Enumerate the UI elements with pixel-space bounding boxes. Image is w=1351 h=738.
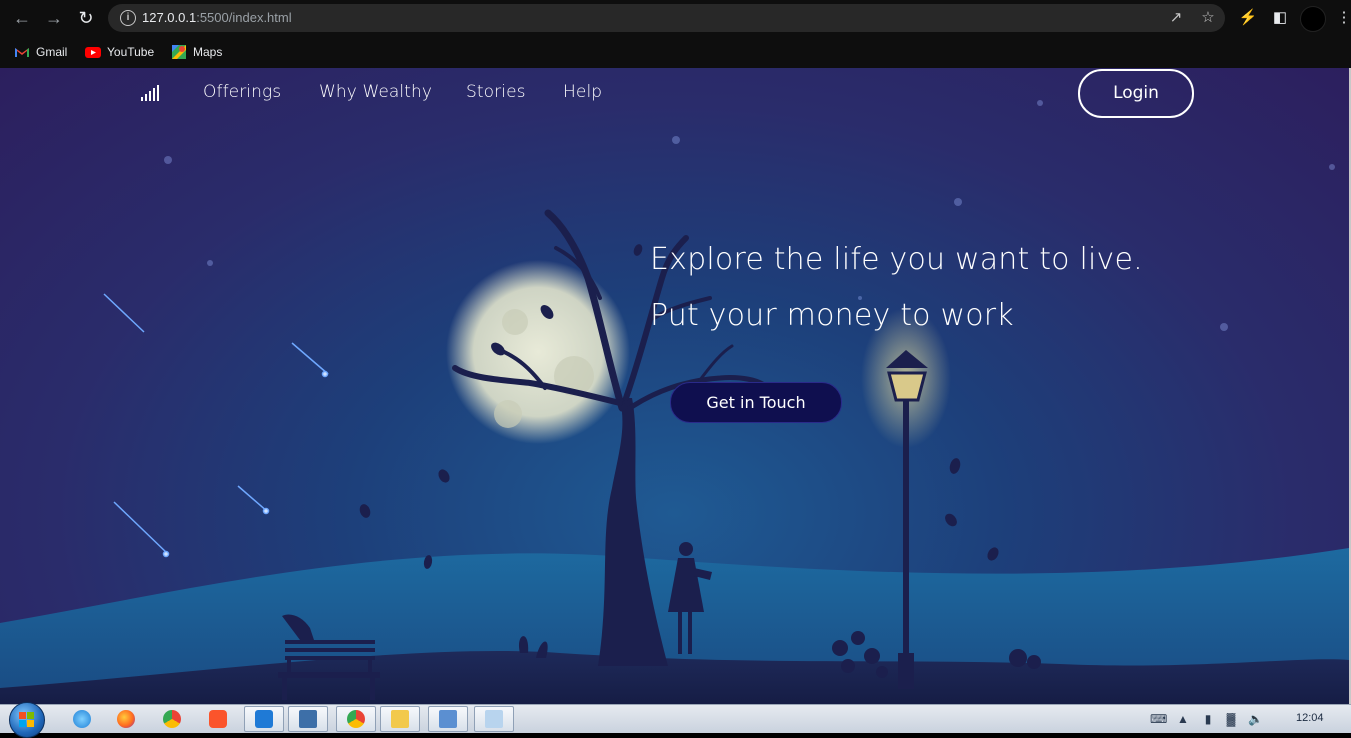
signal-bars-logo-icon[interactable] — [141, 85, 161, 101]
bookmark-maps[interactable]: Maps — [171, 42, 222, 62]
taskbar-file-explorer[interactable] — [380, 706, 420, 732]
nav-why-wealthy[interactable]: Why Wealthy — [319, 82, 432, 102]
battery-icon[interactable]: ▮ — [1201, 712, 1215, 726]
nav-offerings[interactable]: Offerings — [203, 82, 281, 102]
youtube-icon — [85, 47, 101, 58]
extension-icon[interactable]: ⚡ — [1238, 8, 1258, 28]
internet-explorer-icon — [73, 710, 91, 728]
hero-section: Offerings Why Wealthy Stories Help Login… — [0, 68, 1349, 704]
nav-help[interactable]: Help — [563, 82, 602, 102]
menu-kebab-icon[interactable]: ⋮ — [1334, 8, 1351, 28]
network-signal-icon[interactable]: ▓ — [1224, 712, 1238, 726]
shooting-stars — [103, 293, 329, 558]
windows-taskbar: ⌨ ▲ ▮ ▓ 🔈 12:04 — [0, 702, 1351, 738]
taskbar-notepad[interactable] — [474, 706, 514, 732]
get-in-touch-button[interactable]: Get in Touch — [670, 382, 842, 423]
browser-toolbar: ← → ↻ i 127.0.0.1:5500/index.html ↗ ☆ ⚡ … — [0, 0, 1351, 36]
chrome-icon — [347, 710, 365, 728]
keyboard-icon[interactable]: ⌨ — [1150, 712, 1167, 726]
night-scene-illustration — [0, 100, 1349, 704]
volume-icon[interactable]: 🔈 — [1248, 712, 1263, 726]
forward-arrow-icon[interactable]: → — [44, 8, 64, 28]
side-panel-icon[interactable]: ◧ — [1270, 8, 1290, 28]
bookmarks-bar: Gmail YouTube Maps — [0, 36, 1351, 68]
login-button[interactable]: Login — [1078, 69, 1194, 118]
back-arrow-icon[interactable]: ← — [12, 8, 32, 28]
start-button[interactable] — [9, 702, 45, 738]
notepad-icon — [485, 710, 503, 728]
bookmark-gmail[interactable]: Gmail — [14, 42, 67, 62]
maps-icon — [172, 45, 186, 59]
nav-stories[interactable]: Stories — [466, 82, 526, 102]
taskbar-chrome[interactable] — [152, 706, 192, 732]
taskbar-remote-desktop[interactable] — [428, 706, 468, 732]
reload-icon[interactable]: ↻ — [76, 8, 96, 28]
gmail-icon — [15, 48, 29, 57]
firefox-icon — [117, 710, 135, 728]
taskbar-brave[interactable] — [198, 706, 238, 732]
url-host: 127.0.0.1 — [142, 10, 197, 25]
chrome-icon — [163, 710, 181, 728]
file-explorer-icon — [391, 710, 409, 728]
site-navbar: Offerings Why Wealthy Stories Help Login — [0, 68, 1349, 120]
background-stars — [164, 100, 1335, 331]
taskbar-chrome-window[interactable] — [336, 706, 376, 732]
taskbar-internet-explorer[interactable] — [62, 706, 102, 732]
taskbar-firefox[interactable] — [106, 706, 146, 732]
taskbar-screen-tool[interactable] — [288, 706, 328, 732]
hero-subheadline: Put your money to work — [650, 298, 1014, 333]
windows-logo-icon — [19, 712, 34, 727]
vscode-icon — [255, 710, 273, 728]
brave-icon — [209, 710, 227, 728]
moon — [446, 260, 630, 444]
bookmark-label: Maps — [193, 45, 223, 59]
url-path: :5500/index.html — [196, 10, 292, 25]
hero-headline: Explore the life you want to live. — [650, 242, 1143, 277]
show-hidden-icons-icon[interactable]: ▲ — [1176, 712, 1190, 726]
address-bar[interactable]: i 127.0.0.1:5500/index.html ↗ ☆ — [108, 4, 1225, 32]
profile-avatar[interactable] — [1300, 6, 1326, 32]
site-info-icon[interactable]: i — [120, 10, 136, 26]
bookmark-label: Gmail — [36, 45, 68, 59]
browser-chrome: ← → ↻ i 127.0.0.1:5500/index.html ↗ ☆ ⚡ … — [0, 0, 1351, 68]
bookmark-label: YouTube — [107, 45, 155, 59]
address-url[interactable]: 127.0.0.1:5500/index.html — [142, 10, 292, 25]
share-icon[interactable]: ↗ — [1168, 10, 1184, 26]
taskbar-vscode[interactable] — [244, 706, 284, 732]
remote-desktop-icon — [439, 710, 457, 728]
bookmark-star-icon[interactable]: ☆ — [1200, 10, 1216, 26]
taskbar-clock[interactable]: 12:04 — [1296, 712, 1324, 724]
screen-tool-icon — [299, 710, 317, 728]
bookmark-youtube[interactable]: YouTube — [85, 42, 154, 62]
